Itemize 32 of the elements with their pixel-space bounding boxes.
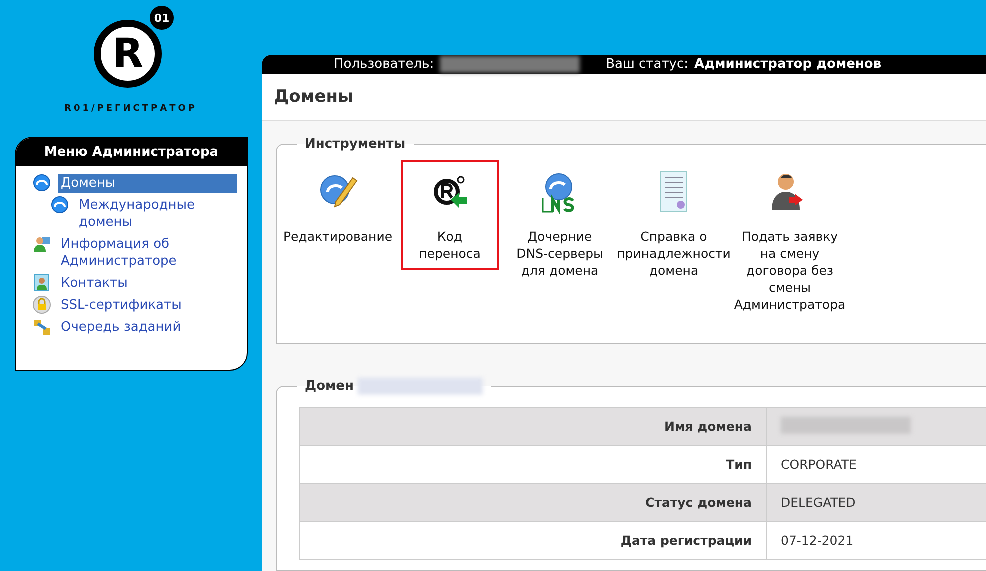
logo-wordmark: R01/РЕГИСТРАТОР [64,104,198,114]
user-label: Пользователь: [334,57,434,72]
lock-icon [33,296,51,314]
field-value: DELEGATED [766,484,986,522]
field-label: Имя домена [300,408,766,446]
contact-card-icon [33,274,51,292]
menu-item[interactable]: Очередь заданий [58,318,237,337]
section-legend: Домен [305,379,354,394]
field-label: Тип [300,446,766,484]
menu-item[interactable]: Контакты [58,274,237,293]
status-label: Ваш статус: [606,57,689,72]
menu-item[interactable]: Информация об Администраторе [58,235,237,271]
globe-icon [33,174,51,192]
field-label: Статус домена [300,484,766,522]
field-value: CORPORATE [766,446,986,484]
globe-icon [51,196,69,214]
menu-title: Меню Администратора [16,138,247,168]
menu-item[interactable]: SSL-сертификаты [58,296,237,315]
person-icon [33,235,51,253]
tool-link[interactable]: Код переноса [401,160,499,270]
status-value: Администратор доменов [694,57,882,72]
tool-link[interactable]: Редактирование [283,160,393,253]
menu-item[interactable]: Домены [58,174,237,193]
tool-link[interactable]: Дочерние DNS-серверы для домена [507,160,613,287]
logo-badge: 01 [150,6,174,30]
tool-link[interactable]: Подать заявку на смену договора без смены Администратора [735,160,845,321]
boxes-icon [33,318,51,336]
page-title: Домены [274,87,354,108]
field-value: 07-12-2021 [766,522,986,560]
menu-item[interactable]: Международные домены [76,196,237,232]
section-legend: Инструменты [297,137,414,152]
field-label: Дата регистрации [300,522,766,560]
